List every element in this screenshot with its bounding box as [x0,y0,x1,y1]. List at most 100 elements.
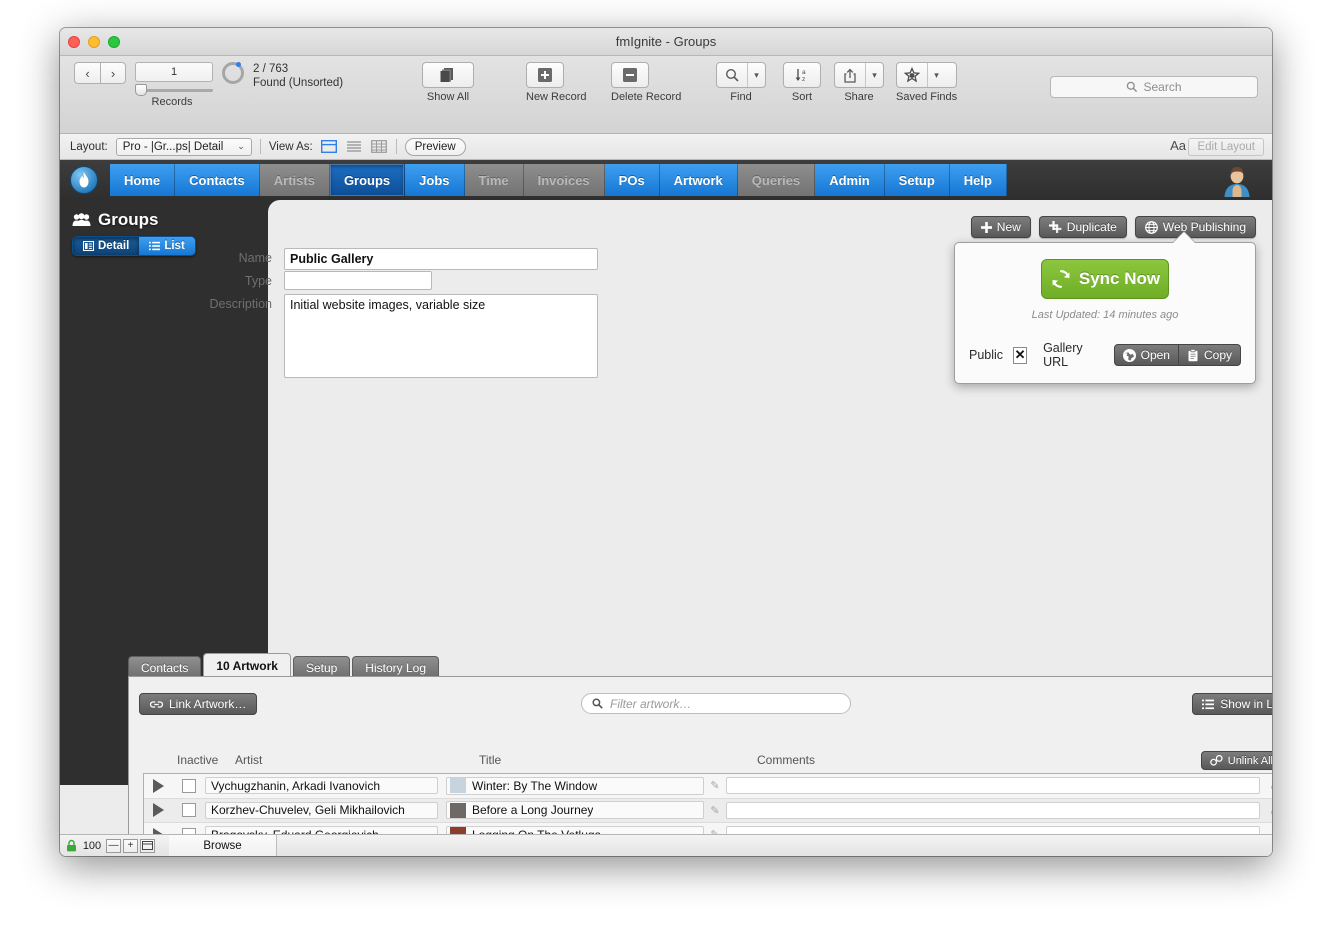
share-chevron-down-icon[interactable]: ▾ [865,63,883,87]
nav-tab-contacts[interactable]: Contacts [175,164,260,196]
zoom-in-button[interactable]: + [123,839,138,853]
web-publishing-button[interactable]: Web Publishing [1135,216,1256,238]
share-button[interactable]: ▾ [834,62,884,88]
inactive-checkbox-cell[interactable] [172,779,205,793]
record-slider[interactable] [135,84,213,96]
new-record-group[interactable]: New Record [526,62,587,103]
portal-tabs[interactable]: Contacts10 ArtworkSetupHistory Log [128,653,439,678]
edit-pencil-icon[interactable]: ✎ [704,804,726,817]
star-icon[interactable] [897,63,927,87]
show-all-group[interactable]: Show All [422,62,474,103]
sync-now-button[interactable]: Sync Now [1041,259,1169,299]
view-as-table-button[interactable] [371,140,388,154]
open-gallery-button[interactable]: Open [1114,344,1179,366]
next-record-button[interactable]: › [100,62,126,84]
nav-tab-jobs[interactable]: Jobs [405,164,464,196]
edit-pencil-icon[interactable]: ✎ [704,779,726,792]
text-size-icon[interactable]: Aa [1170,138,1186,153]
lock-icon[interactable] [66,839,77,852]
new-record-button[interactable] [526,62,564,88]
view-mode-segmented-control[interactable]: Detail List [72,236,196,256]
expand-row-button[interactable] [144,779,172,793]
table-row[interactable]: Korzhev-Chuvelev, Geli Mikhailovich Befor… [144,799,1272,824]
record-slider-thumb[interactable] [135,84,147,96]
saved-finds-group[interactable]: ▾ Saved Finds [896,62,957,103]
nav-tab-setup[interactable]: Setup [885,164,950,196]
saved-finds-chevron-down-icon[interactable]: ▾ [927,63,945,87]
duplicate-button[interactable]: Duplicate [1039,216,1127,238]
nav-tab-pos[interactable]: POs [605,164,660,196]
portal-tab-history-log[interactable]: History Log [352,656,439,678]
inactive-checkbox-cell[interactable] [172,803,205,817]
portal-tab-setup[interactable]: Setup [293,656,350,678]
zoom-out-button[interactable]: — [106,839,121,853]
nav-tab-home[interactable]: Home [110,164,175,196]
name-input[interactable]: Public Gallery [284,248,598,270]
sort-button[interactable]: a z [783,62,821,88]
sidebar-item-detail[interactable]: Detail [73,237,139,255]
view-as-form-button[interactable] [321,140,338,154]
unlink-all-button[interactable]: Unlink All… [1201,751,1272,770]
record-nav-buttons[interactable]: ‹ › [74,62,126,84]
table-row[interactable]: Vychugzhanin, Arkadi Ivanovich Winter: By… [144,774,1272,799]
delete-record-group[interactable]: Delete Record [611,62,681,103]
app-navigation-bar: HomeContactsArtistsGroupsJobsTimeInvoice… [60,160,1272,200]
sort-group[interactable]: a z Sort [783,62,821,103]
new-button[interactable]: New [971,216,1031,238]
search-input[interactable]: Search [1050,76,1258,98]
app-logo-flame-icon [70,166,98,194]
list-icon [1202,699,1214,710]
nav-tab-artwork[interactable]: Artwork [660,164,738,196]
search-icon[interactable] [717,63,747,87]
find-group[interactable]: ▾ Find [716,62,766,103]
title-field[interactable]: Winter: By The Window [446,777,704,795]
type-input[interactable] [284,271,432,290]
title-field[interactable]: Before a Long Journey [446,801,704,819]
portal-tab-10-artwork[interactable]: 10 Artwork [203,653,291,678]
record-number-input[interactable]: 1 [135,62,213,82]
link-artwork-button[interactable]: Link Artwork… [139,693,257,715]
inactive-checkbox[interactable] [182,779,196,793]
list-view-icon [149,241,160,251]
sidebar-item-list[interactable]: List [139,237,194,255]
mode-selector[interactable]: Browse [169,835,277,857]
public-checkbox[interactable]: ✕ [1013,347,1027,364]
nav-tab-time[interactable]: Time [465,164,524,196]
artist-field[interactable]: Vychugzhanin, Arkadi Ivanovich [205,777,438,794]
delete-record-button[interactable] [611,62,649,88]
share-group[interactable]: ▾ Share [834,62,884,103]
comments-field[interactable] [726,802,1260,819]
description-textarea[interactable]: Initial website images, variable size [284,294,598,378]
find-chevron-down-icon[interactable]: ▾ [747,63,765,87]
inactive-checkbox[interactable] [182,803,196,817]
nav-tab-artists[interactable]: Artists [260,164,330,196]
nav-tab-invoices[interactable]: Invoices [524,164,605,196]
user-avatar[interactable] [1220,164,1254,198]
preview-button[interactable]: Preview [405,138,466,156]
comments-field[interactable] [726,777,1260,794]
previous-record-button[interactable]: ‹ [74,62,100,84]
saved-finds-button[interactable]: ▾ [896,62,957,88]
show-all-button[interactable] [422,62,474,88]
share-icon[interactable] [835,63,865,87]
view-as-list-button[interactable] [346,140,363,154]
portal-tab-contacts[interactable]: Contacts [128,656,201,678]
record-actions[interactable]: New Duplicate [971,216,1256,238]
edit-layout-button[interactable]: Edit Layout [1188,138,1264,156]
expand-row-button[interactable] [144,803,172,817]
artist-field[interactable]: Korzhev-Chuvelev, Geli Mikhailovich [205,802,438,819]
unlink-row-button[interactable] [1264,804,1272,817]
nav-tab-queries[interactable]: Queries [738,164,815,196]
nav-tab-groups[interactable]: Groups [330,164,405,196]
nav-tabs[interactable]: HomeContactsArtistsGroupsJobsTimeInvoice… [110,164,1007,196]
unlink-row-button[interactable] [1264,779,1272,792]
layout-select[interactable]: Pro - |Gr...ps| Detail ⌄ [116,138,252,156]
find-button[interactable]: ▾ [716,62,766,88]
copy-gallery-url-button[interactable]: Copy [1179,344,1241,366]
toggle-status-area-button[interactable] [140,839,155,853]
nav-tab-help[interactable]: Help [950,164,1007,196]
show-in-list-button[interactable]: Show in List [1192,693,1272,715]
nav-tab-admin[interactable]: Admin [815,164,884,196]
sync-now-label: Sync Now [1079,269,1160,289]
filter-artwork-input[interactable]: Filter artwork… [581,693,851,714]
